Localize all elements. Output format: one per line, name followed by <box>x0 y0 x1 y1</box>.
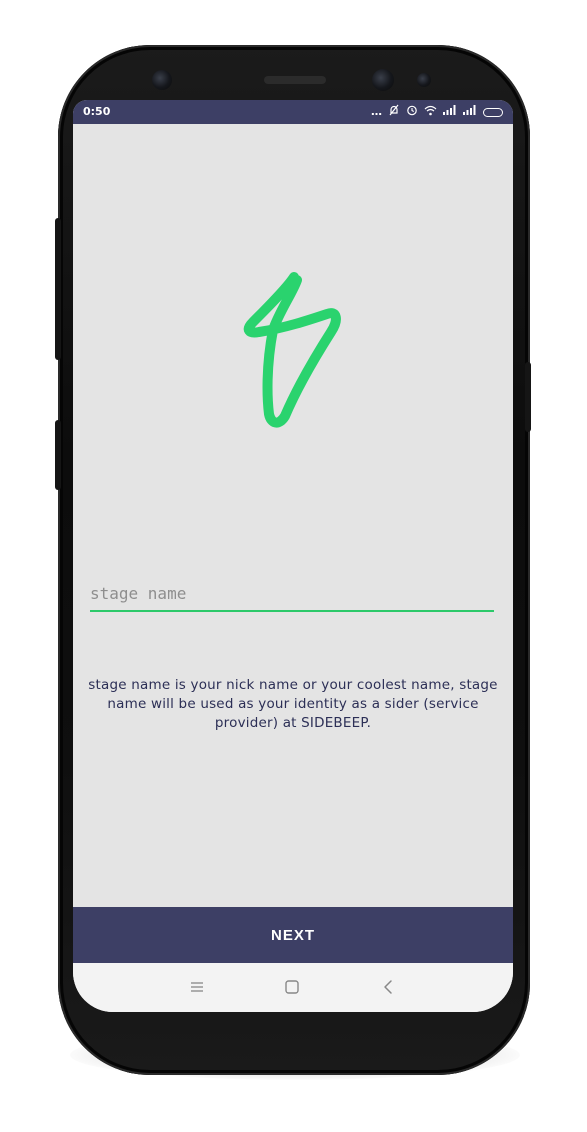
stage-name-description: stage name is your nick name or your coo… <box>88 677 498 731</box>
device-frame-area: 0:50 … stage name stage name is your nic… <box>0 0 587 1132</box>
system-nav-bar <box>73 963 513 1012</box>
signal-icon <box>463 104 477 120</box>
volume-button <box>55 420 61 490</box>
iris-sensor-icon <box>417 73 431 87</box>
sensor-icon <box>152 70 172 90</box>
battery-icon <box>483 107 503 117</box>
signal-icon <box>443 104 457 120</box>
bixby-button <box>55 218 61 360</box>
status-icons: … <box>371 104 503 120</box>
front-camera-icon <box>372 69 394 91</box>
notifications-off-icon <box>388 104 400 120</box>
stage-name-input[interactable] <box>90 578 494 608</box>
next-button[interactable]: NEXT <box>73 907 513 963</box>
wifi-icon <box>424 105 437 120</box>
recent-apps-icon[interactable] <box>185 977 209 997</box>
more-dots-icon: … <box>371 105 382 118</box>
home-icon[interactable] <box>280 977 304 997</box>
stage-name-field <box>90 578 494 612</box>
status-time: 0:50 <box>83 105 111 118</box>
app-screen: 0:50 … stage name stage name is your nic… <box>73 100 513 1012</box>
back-icon[interactable] <box>376 977 400 997</box>
alarm-icon <box>406 104 418 120</box>
status-bar: 0:50 … <box>73 100 513 124</box>
earpiece-speaker <box>264 76 326 84</box>
power-button <box>525 362 531 432</box>
sidebeep-logo-icon <box>235 270 345 428</box>
